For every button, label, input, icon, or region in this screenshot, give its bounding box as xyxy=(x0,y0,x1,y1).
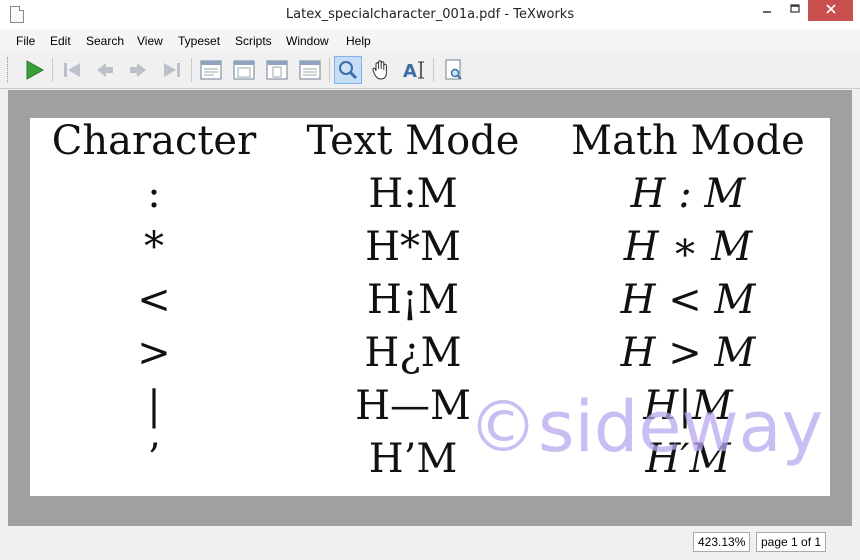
page-actual-size-icon xyxy=(200,60,222,80)
page-fit-page-icon xyxy=(266,60,288,80)
close-icon xyxy=(825,4,836,14)
title-bar: Latex_specialcharacter_001a.pdf - TeXwor… xyxy=(0,0,860,30)
cell-text-mode: H*M xyxy=(365,224,461,270)
menu-edit[interactable]: Edit xyxy=(50,34,71,48)
svg-text:A: A xyxy=(403,61,417,81)
cell-math-mode: H < M xyxy=(620,277,756,323)
menu-file[interactable]: File xyxy=(16,34,35,48)
menu-scripts[interactable]: Scripts xyxy=(235,34,272,48)
cell-character: < xyxy=(137,277,171,323)
menu-bar: File Edit Search View Typeset Scripts Wi… xyxy=(0,31,860,53)
fit-width-button[interactable] xyxy=(230,56,258,84)
arrow-left-icon xyxy=(97,63,113,77)
cell-math-mode: H ∗ M xyxy=(623,224,753,270)
last-page-button[interactable] xyxy=(158,56,186,84)
last-page-icon xyxy=(164,63,180,77)
toolbar-separator xyxy=(433,58,434,82)
fit-page-button[interactable] xyxy=(263,56,291,84)
cell-character: ’ xyxy=(147,436,161,482)
first-page-icon xyxy=(64,63,80,77)
watermark: ©sideway xyxy=(468,386,823,468)
toolbar-separator xyxy=(329,58,330,82)
minimize-button[interactable] xyxy=(754,0,780,21)
cell-character: | xyxy=(147,383,161,429)
toolbar-separator xyxy=(191,58,192,82)
hand-icon xyxy=(372,60,387,80)
status-bar: 423.13% page 1 of 1 xyxy=(0,528,860,560)
pdf-viewer[interactable]: Character Text Mode Math Mode : H:M H : … xyxy=(8,90,852,526)
cell-text-mode: H¡M xyxy=(367,277,459,323)
magnify-tool-button[interactable] xyxy=(334,56,362,84)
typeset-button[interactable] xyxy=(20,56,48,84)
fullscreen-button[interactable] xyxy=(440,56,468,84)
menu-window[interactable]: Window xyxy=(286,34,329,48)
text-select-icon: A xyxy=(403,61,424,81)
header-character: Character xyxy=(51,118,257,164)
header-text-mode: Text Mode xyxy=(306,118,520,164)
minimize-icon xyxy=(763,11,771,13)
cell-text-mode: H—M xyxy=(355,383,471,429)
toolbar-separator xyxy=(52,58,53,82)
page-fit-window-icon xyxy=(299,60,321,80)
toolbar-grip[interactable] xyxy=(7,57,11,83)
cell-character: > xyxy=(137,330,171,376)
page-magnify-icon xyxy=(445,59,462,80)
scroll-tool-button[interactable] xyxy=(367,56,395,84)
close-button[interactable] xyxy=(808,0,853,21)
fit-window-button[interactable] xyxy=(296,56,324,84)
toolbar: A xyxy=(0,52,860,89)
previous-page-button[interactable] xyxy=(91,56,119,84)
cell-text-mode: H:M xyxy=(368,171,458,217)
window-title: Latex_specialcharacter_001a.pdf - TeXwor… xyxy=(285,7,575,22)
arrow-right-icon xyxy=(130,63,146,77)
cell-math-mode: H : M xyxy=(630,171,746,217)
magnifier-icon xyxy=(339,61,358,80)
actual-size-button[interactable] xyxy=(197,56,225,84)
menu-help[interactable]: Help xyxy=(346,34,371,48)
menu-search[interactable]: Search xyxy=(86,34,124,48)
maximize-button[interactable] xyxy=(782,0,808,21)
first-page-button[interactable] xyxy=(58,56,86,84)
next-page-button[interactable] xyxy=(124,56,152,84)
cell-text-mode: H¿M xyxy=(364,330,462,376)
select-text-tool-button[interactable]: A xyxy=(400,56,428,84)
menu-view[interactable]: View xyxy=(137,34,163,48)
cell-character: : xyxy=(147,171,161,217)
cell-text-mode: H’M xyxy=(368,436,458,482)
play-icon xyxy=(26,60,44,80)
header-math-mode: Math Mode xyxy=(571,118,805,164)
maximize-icon xyxy=(790,4,800,13)
page-indicator: page 1 of 1 xyxy=(756,532,827,552)
cell-math-mode: H > M xyxy=(620,330,756,376)
cell-character: * xyxy=(144,224,164,270)
zoom-level[interactable]: 423.13% xyxy=(693,532,751,552)
page-fit-width-icon xyxy=(233,60,255,80)
menu-typeset[interactable]: Typeset xyxy=(178,34,220,48)
pdf-page: Character Text Mode Math Mode : H:M H : … xyxy=(30,118,830,496)
